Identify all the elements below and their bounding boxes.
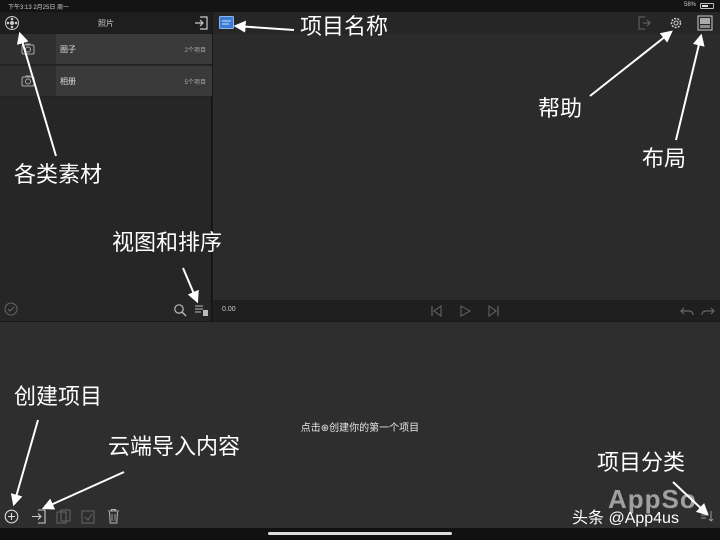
skip-back-icon[interactable] xyxy=(430,305,442,317)
help-gear-icon[interactable] xyxy=(668,15,684,31)
create-project-icon[interactable] xyxy=(4,509,19,524)
cloud-import-icon[interactable] xyxy=(31,509,46,524)
skip-forward-icon[interactable] xyxy=(488,305,500,317)
duplicate-icon[interactable] xyxy=(56,509,71,524)
media-browser-footer xyxy=(0,299,212,321)
home-strip xyxy=(0,528,720,540)
undo-icon[interactable] xyxy=(680,305,694,317)
timecode: 0.00 xyxy=(222,306,236,313)
trash-icon[interactable] xyxy=(107,508,120,524)
battery-percent: 58% xyxy=(683,2,696,8)
album-name: 相册 xyxy=(60,77,76,86)
empty-projects-message: 点击⊕创建你的第一个项目 xyxy=(300,423,420,434)
status-time: 下午3:13 2月25日 周一 xyxy=(8,5,70,11)
callout-layout: 布局 xyxy=(642,146,687,171)
callout-help: 帮助 xyxy=(538,96,583,121)
callout-view-sort: 视图和排序 xyxy=(112,230,223,255)
album-thumbnail xyxy=(0,34,56,64)
album-row-albums[interactable]: 相册 5个项目 xyxy=(0,66,212,97)
status-bar: 下午3:13 2月25日 周一 58% xyxy=(0,0,720,12)
view-sort-icon[interactable] xyxy=(194,303,209,317)
media-browser-header: 照片 xyxy=(0,12,212,34)
camera-icon xyxy=(21,43,35,55)
album-count: 2个项目 xyxy=(184,48,206,54)
search-icon[interactable] xyxy=(173,303,187,317)
album-count: 5个项目 xyxy=(184,80,206,86)
album-row-circles[interactable]: 圈子 2个项目 xyxy=(0,34,212,65)
home-indicator[interactable] xyxy=(268,532,452,535)
move-icon[interactable] xyxy=(81,509,96,524)
select-check-icon[interactable] xyxy=(4,302,18,316)
album-thumbnail xyxy=(0,66,56,96)
callout-project-name: 项目名称 xyxy=(300,14,389,39)
album-name: 圈子 xyxy=(60,45,76,54)
transport-bar: 0.00 xyxy=(213,300,720,321)
callout-create-project: 创建项目 xyxy=(14,384,103,409)
watermark-source: 头条 @App4us xyxy=(572,510,679,527)
layout-icon[interactable] xyxy=(697,15,713,31)
project-name-icon[interactable] xyxy=(219,16,234,29)
redo-icon[interactable] xyxy=(701,305,715,317)
viewer-header xyxy=(213,12,720,34)
camera-icon xyxy=(21,75,35,87)
battery-icon xyxy=(700,3,714,9)
import-icon[interactable] xyxy=(193,15,209,31)
callout-project-category: 项目分类 xyxy=(597,450,686,475)
media-browser-title: 照片 xyxy=(98,19,114,28)
callout-cloud-import: 云端导入内容 xyxy=(108,434,241,459)
share-icon[interactable] xyxy=(637,16,651,30)
callout-assets: 各类素材 xyxy=(14,162,103,187)
play-icon[interactable] xyxy=(459,305,471,317)
project-category-icon[interactable] xyxy=(700,510,714,523)
